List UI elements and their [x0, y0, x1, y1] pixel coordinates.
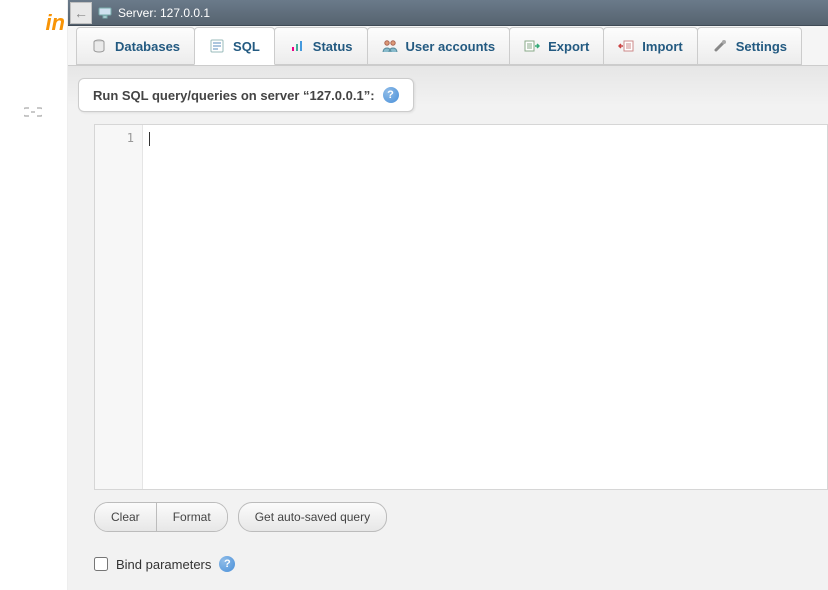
status-icon: [289, 38, 305, 54]
tab-label: Settings: [736, 39, 787, 54]
logo-fragment: in: [45, 10, 65, 36]
tab-label: Databases: [115, 39, 180, 54]
tab-label: User accounts: [406, 39, 496, 54]
content-area: Run SQL query/queries on server “127.0.0…: [68, 66, 828, 590]
tab-label: Import: [642, 39, 682, 54]
editor-body[interactable]: [143, 125, 827, 489]
breadcrumb-server[interactable]: Server: 127.0.0.1: [118, 6, 210, 20]
left-sidebar: in: [0, 0, 68, 590]
tab-user-accounts[interactable]: User accounts: [367, 27, 511, 65]
editor-buttons: Clear Format Get auto-saved query: [94, 502, 387, 532]
editor-gutter: 1: [95, 125, 143, 489]
tab-label: Status: [313, 39, 353, 54]
user-accounts-icon: [382, 38, 398, 54]
editor-cursor: [149, 132, 150, 146]
format-button[interactable]: Format: [156, 503, 227, 531]
panel-header: Run SQL query/queries on server “127.0.0…: [78, 78, 414, 112]
tab-import[interactable]: Import: [603, 27, 697, 65]
sql-editor[interactable]: 1: [94, 124, 828, 490]
clear-button[interactable]: Clear: [95, 503, 156, 531]
server-icon: [98, 7, 112, 19]
export-icon: [524, 38, 540, 54]
tab-databases[interactable]: Databases: [76, 27, 195, 65]
get-autosaved-button[interactable]: Get auto-saved query: [238, 502, 387, 532]
clear-format-group: Clear Format: [94, 502, 228, 532]
tab-label: Export: [548, 39, 589, 54]
help-icon[interactable]: ?: [219, 556, 235, 572]
panel-title: Run SQL query/queries on server “127.0.0…: [93, 88, 375, 103]
settings-icon: [712, 38, 728, 54]
sql-icon: [209, 38, 225, 54]
bind-parameters-label[interactable]: Bind parameters: [116, 557, 211, 572]
tab-status[interactable]: Status: [274, 27, 368, 65]
database-icon: [91, 38, 107, 54]
tab-export[interactable]: Export: [509, 27, 604, 65]
tab-settings[interactable]: Settings: [697, 27, 802, 65]
tab-sql[interactable]: SQL: [194, 27, 275, 65]
tab-bar: Databases SQL Status User accounts Expor…: [68, 26, 828, 66]
line-number: 1: [95, 131, 134, 145]
import-icon: [618, 38, 634, 54]
help-icon[interactable]: ?: [383, 87, 399, 103]
link-icon[interactable]: [24, 106, 42, 116]
collapse-sidebar-button[interactable]: ←: [70, 2, 92, 24]
bind-parameters-checkbox[interactable]: [94, 557, 108, 571]
tab-label: SQL: [233, 39, 260, 54]
main-area: ← Server: 127.0.0.1 Databases SQL S: [68, 0, 828, 590]
bind-parameters-row: Bind parameters ?: [94, 556, 235, 572]
breadcrumb-bar: ← Server: 127.0.0.1: [68, 0, 828, 26]
